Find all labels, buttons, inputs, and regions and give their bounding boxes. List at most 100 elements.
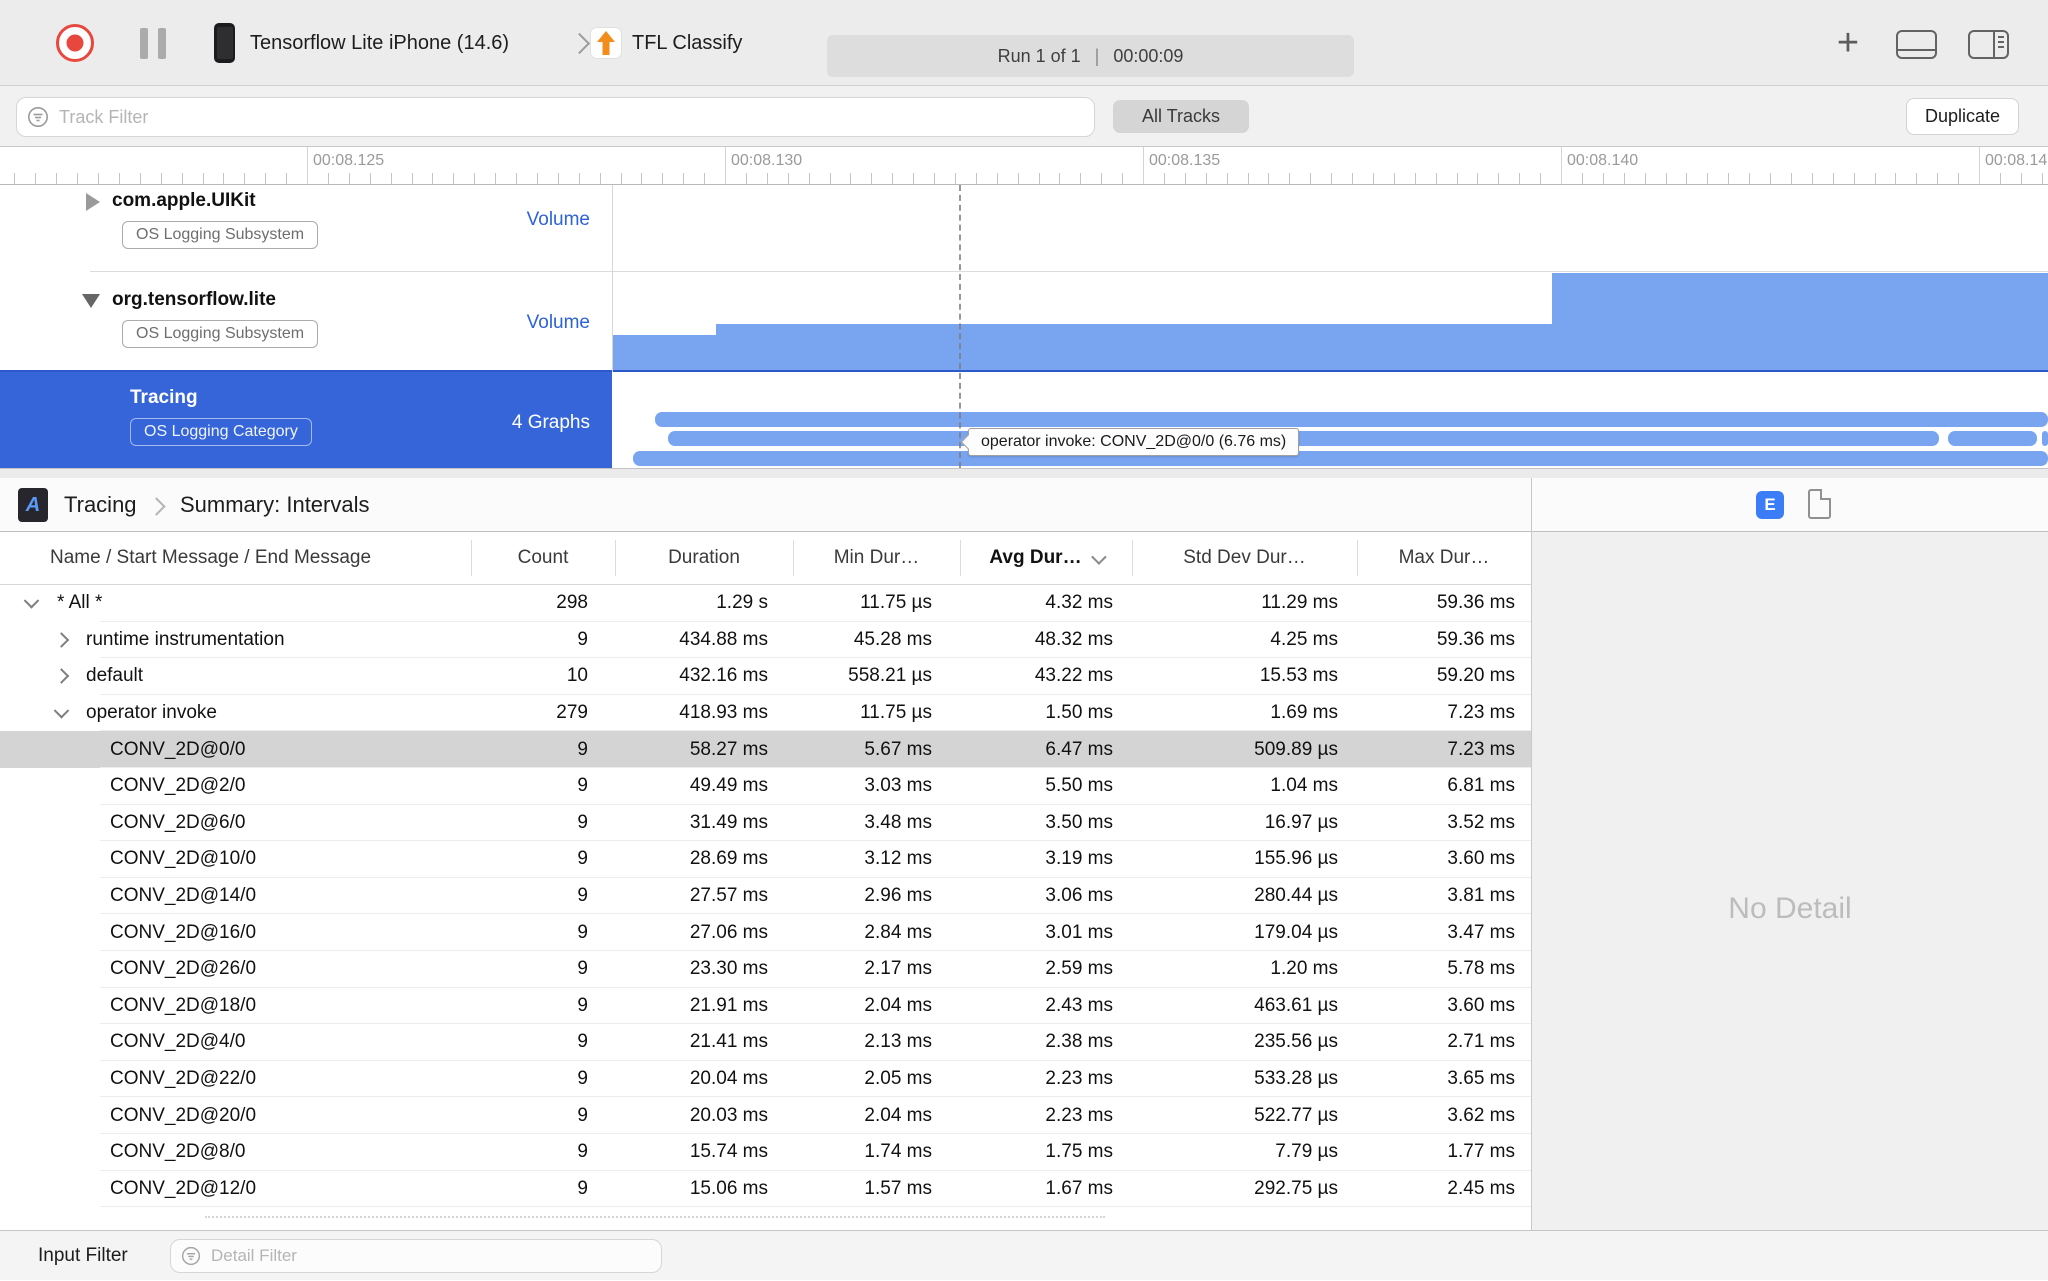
track-graph-tracing[interactable]: operator invoke: CONV_2D@0/0 (6.76 ms) — [612, 372, 2048, 468]
disclosure-collapsed-icon[interactable] — [53, 632, 70, 648]
disclosure-expanded-icon[interactable] — [82, 294, 100, 308]
column-separator[interactable] — [1132, 540, 1133, 576]
record-icon[interactable] — [56, 24, 94, 62]
cell-avg: 48.32 ms — [1034, 628, 1113, 650]
track-detail-label[interactable]: 4 Graphs — [512, 412, 590, 434]
track-detail-label[interactable]: Volume — [527, 209, 590, 231]
table-row[interactable]: CONV_2D@10/0 9 28.69 ms 3.12 ms 3.19 ms 155.9… — [0, 841, 1531, 878]
playhead-line[interactable] — [959, 185, 961, 468]
column-header[interactable]: Min Dur… — [793, 532, 960, 584]
pause-icon[interactable] — [140, 28, 166, 59]
breadcrumb-page[interactable]: Summary: Intervals — [180, 478, 370, 532]
cell-max: 2.45 ms — [1447, 1177, 1515, 1199]
track-filter-input[interactable] — [16, 97, 1095, 137]
track-header-divider[interactable] — [612, 185, 613, 372]
track-graph-volume[interactable] — [612, 272, 2048, 372]
table-row[interactable]: CONV_2D@22/0 9 20.04 ms 2.05 ms 2.23 ms 533.2… — [0, 1061, 1531, 1098]
track-label-tracing[interactable]: Tracing OS Logging Category 4 Graphs — [0, 372, 612, 468]
bottom-panel-toggle-icon[interactable] — [1896, 30, 1937, 59]
track-detail-label[interactable]: Volume — [527, 312, 590, 334]
cell-min: 2.13 ms — [864, 1031, 932, 1053]
trace-interval-bar[interactable] — [1948, 431, 2037, 446]
track-label-tensorflow[interactable]: org.tensorflow.lite OS Logging Subsystem… — [0, 272, 612, 372]
cell-duration: 58.27 ms — [689, 738, 768, 760]
add-instrument-icon[interactable]: + — [1826, 18, 1870, 68]
volume-bar[interactable] — [1552, 273, 2048, 372]
track-label-uikit[interactable]: com.apple.UIKit OS Logging Subsystem Vol… — [0, 185, 612, 271]
volume-bar[interactable] — [716, 324, 1552, 372]
column-header[interactable]: Count — [471, 532, 615, 584]
table-row[interactable]: CONV_2D@20/0 9 20.03 ms 2.04 ms 2.23 ms 522.7… — [0, 1097, 1531, 1134]
breadcrumb-instrument[interactable]: Tracing — [64, 478, 137, 532]
track-row-tracing[interactable]: Tracing OS Logging Category 4 Graphs ope… — [0, 372, 2048, 468]
column-header[interactable]: Duration — [615, 532, 793, 584]
table-row[interactable]: default 10 432.16 ms 558.21 µs 43.22 ms 15.53… — [0, 658, 1531, 695]
column-header[interactable]: Max Dur… — [1357, 532, 1531, 584]
table-row[interactable]: runtime instrumentation 9 434.88 ms 45.28 m… — [0, 622, 1531, 659]
column-separator[interactable] — [1357, 540, 1358, 576]
disclosure-expanded-icon[interactable] — [23, 593, 40, 609]
detail-filter-field[interactable] — [209, 1245, 651, 1267]
table-row[interactable]: CONV_2D@2/0 9 49.49 ms 3.03 ms 5.50 ms 1.04 m… — [0, 768, 1531, 805]
cell-avg: 4.32 ms — [1045, 592, 1113, 614]
ruler-tick — [474, 173, 476, 184]
trace-interval-bar[interactable] — [2042, 431, 2048, 446]
column-separator[interactable] — [960, 540, 961, 576]
cell-duration: 27.06 ms — [689, 921, 768, 943]
trace-interval-bar[interactable] — [633, 451, 2048, 466]
ruler-tick — [1832, 173, 1834, 184]
trace-interval-bar[interactable] — [668, 431, 1939, 446]
table-row[interactable]: CONV_2D@8/0 9 15.74 ms 1.74 ms 1.75 ms 7.79 µ… — [0, 1134, 1531, 1171]
disclosure-collapsed-icon[interactable] — [86, 193, 100, 211]
disclosure-collapsed-icon[interactable] — [53, 668, 70, 685]
cell-duration: 49.49 ms — [689, 775, 768, 797]
ruler-tick — [683, 173, 685, 184]
right-panel-toggle-icon[interactable] — [1968, 30, 2009, 59]
table-row[interactable]: CONV_2D@4/0 9 21.41 ms 2.13 ms 2.38 ms 235.56… — [0, 1024, 1531, 1061]
extended-detail-button[interactable]: E — [1756, 491, 1784, 519]
column-separator[interactable] — [471, 540, 472, 576]
column-header[interactable]: Name / Start Message / End Message — [0, 532, 471, 584]
volume-bar[interactable] — [612, 335, 716, 372]
disclosure-expanded-icon[interactable] — [53, 703, 70, 719]
track-row-uikit[interactable]: com.apple.UIKit OS Logging Subsystem Vol… — [0, 185, 2048, 271]
cell-max: 3.65 ms — [1447, 1068, 1515, 1090]
column-separator[interactable] — [615, 540, 616, 576]
table-row[interactable]: * All * 298 1.29 s 11.75 µs 4.32 ms 11.29 ms 5… — [0, 585, 1531, 622]
cell-min: 558.21 µs — [848, 665, 932, 687]
ruler-tick — [1247, 173, 1249, 184]
cell-avg: 2.23 ms — [1045, 1068, 1113, 1090]
pane-resize-strip[interactable] — [0, 468, 2048, 478]
ruler-tick — [98, 173, 99, 184]
ruler-tick — [745, 173, 747, 184]
timeline-ruler[interactable]: 00:08.125 00:08.130 00:08.135 00:08.140 00:0… — [0, 147, 2048, 185]
all-tracks-button[interactable]: All Tracks — [1113, 100, 1249, 133]
detail-breadcrumb-bar: A Tracing Summary: Intervals E — [0, 478, 2048, 532]
track-row-tensorflow[interactable]: org.tensorflow.lite OS Logging Subsystem… — [0, 272, 2048, 372]
table-row[interactable]: CONV_2D@0/0 9 58.27 ms 5.67 ms 6.47 ms 509.89… — [0, 731, 1531, 768]
chevron-right-icon — [568, 32, 591, 55]
table-row[interactable]: CONV_2D@18/0 9 21.91 ms 2.04 ms 2.43 ms 463.6… — [0, 988, 1531, 1025]
table-row[interactable]: CONV_2D@12/0 9 15.06 ms 1.57 ms 1.67 ms 292.7… — [0, 1171, 1531, 1208]
duplicate-button[interactable]: Duplicate — [1906, 98, 2019, 135]
table-row[interactable]: CONV_2D@6/0 9 31.49 ms 3.48 ms 3.50 ms 16.97 … — [0, 805, 1531, 842]
column-header[interactable]: Avg Dur… — [960, 532, 1132, 584]
column-header[interactable]: Std Dev Dur… — [1132, 532, 1357, 584]
table-row[interactable]: CONV_2D@26/0 9 23.30 ms 2.17 ms 2.59 ms 1.20 … — [0, 951, 1531, 988]
cell-duration: 21.91 ms — [689, 994, 768, 1016]
table-row[interactable]: operator invoke 279 418.93 ms 11.75 µs 1.50 … — [0, 695, 1531, 732]
track-graph-uikit[interactable] — [612, 185, 2048, 271]
table-row[interactable]: CONV_2D@14/0 9 27.57 ms 2.96 ms 3.06 ms 280.4… — [0, 878, 1531, 915]
run-indicator: Run 1 of 1 | 00:00:09 — [827, 35, 1354, 77]
column-separator[interactable] — [793, 540, 794, 576]
ruler-tick — [286, 173, 288, 184]
device-target-label[interactable]: Tensorflow Lite iPhone (14.6) — [250, 0, 509, 86]
track-filter-field[interactable] — [57, 105, 1084, 129]
cell-name: CONV_2D@10/0 — [110, 848, 257, 870]
detail-filter-input[interactable] — [170, 1239, 662, 1273]
cell-min: 11.75 µs — [860, 702, 932, 724]
trace-interval-bar[interactable] — [655, 412, 2048, 427]
document-icon[interactable] — [1808, 489, 1831, 519]
table-row[interactable]: CONV_2D@16/0 9 27.06 ms 2.84 ms 3.01 ms 179.0… — [0, 914, 1531, 951]
app-target-label[interactable]: TFL Classify — [632, 0, 742, 86]
